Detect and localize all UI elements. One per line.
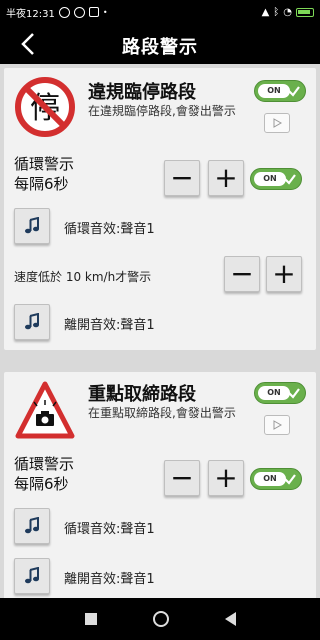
enable-toggle[interactable]: ON	[254, 382, 306, 404]
sync-icon	[73, 6, 85, 18]
card-title: 違規臨停路段	[88, 82, 196, 103]
no-stopping-sign-icon: 停	[15, 77, 75, 137]
speed-camera-warning-sign-icon	[15, 381, 75, 439]
preview-play-button[interactable]	[264, 415, 290, 435]
home-icon[interactable]	[152, 611, 169, 627]
battery-icon	[296, 7, 314, 17]
interval-increase-button[interactable]: +	[208, 160, 244, 196]
loop-toggle[interactable]: ON	[250, 168, 302, 190]
loop-toggle[interactable]: ON	[250, 468, 302, 490]
enable-toggle[interactable]: ON	[254, 80, 306, 102]
card-description: 在重點取締路段,會發出警示	[88, 406, 236, 420]
page-title: 路段警示	[122, 37, 198, 58]
status-bar: 半夜12:31 • ▲ ᛒ ◔	[0, 0, 320, 24]
leave-sound-button[interactable]	[14, 558, 50, 594]
play-icon	[273, 420, 282, 430]
card-illegal-parking: 停 違規臨停路段 在違規臨停路段,會發出警示 ON 循環警示 每隔6秒 − + …	[4, 68, 316, 350]
music-note-icon	[25, 313, 39, 330]
interval-decrease-button[interactable]: −	[164, 460, 200, 496]
leave-sound-label: 離開音效:聲音1	[64, 572, 155, 587]
signal-icon: ▲	[261, 6, 270, 18]
interval-increase-button[interactable]: +	[208, 460, 244, 496]
recents-icon[interactable]	[84, 613, 97, 625]
content-area[interactable]: 停 違規臨停路段 在違規臨停路段,會發出警示 ON 循環警示 每隔6秒 − + …	[0, 64, 320, 602]
leave-sound-label: 離開音效:聲音1	[64, 318, 155, 333]
loop-sound-button[interactable]	[14, 208, 50, 244]
card-description: 在違規臨停路段,會發出警示	[88, 104, 236, 118]
alarm-icon	[58, 6, 70, 18]
card-enforcement-zone: 重點取締路段 在重點取締路段,會發出警示 ON 循環警示 每隔6秒 − + ON	[4, 372, 316, 602]
check-icon	[288, 388, 300, 399]
speed-increase-button[interactable]: +	[266, 256, 302, 292]
check-icon	[284, 174, 296, 185]
music-note-icon	[25, 217, 39, 234]
loop-interval: 每隔6秒	[14, 175, 69, 193]
loop-sound-label: 循環音效:聲音1	[64, 522, 155, 537]
loop-interval: 每隔6秒	[14, 475, 69, 493]
music-note-icon	[25, 567, 39, 584]
status-time: 半夜12:31	[6, 8, 55, 20]
loop-sound-button[interactable]	[14, 508, 50, 544]
loop-alert-title: 循環警示	[14, 155, 75, 173]
play-icon	[273, 118, 282, 128]
speed-threshold-label: 速度低於 10 km/h才警示	[14, 270, 152, 284]
speed-decrease-button[interactable]: −	[224, 256, 260, 292]
music-note-icon	[25, 517, 39, 534]
check-icon	[288, 86, 300, 97]
loop-alert-label: 循環警示 每隔6秒	[14, 454, 74, 494]
interval-decrease-button[interactable]: −	[164, 160, 200, 196]
back-triangle-icon[interactable]	[224, 612, 236, 626]
system-nav-bar	[0, 598, 320, 640]
leave-sound-button[interactable]	[14, 304, 50, 340]
qr-icon	[88, 7, 99, 17]
title-bar: 路段警示	[0, 24, 320, 64]
loop-alert-title: 循環警示	[14, 455, 75, 473]
bluetooth-off-icon: ᛒ	[273, 6, 280, 18]
dot-icon: •	[102, 7, 108, 17]
card-title: 重點取締路段	[88, 384, 196, 405]
loop-alert-label: 循環警示 每隔6秒	[14, 154, 74, 194]
wifi-icon: ◔	[283, 6, 292, 18]
loop-sound-label: 循環音效:聲音1	[64, 222, 155, 237]
preview-play-button[interactable]	[264, 113, 290, 133]
check-icon	[284, 474, 296, 485]
